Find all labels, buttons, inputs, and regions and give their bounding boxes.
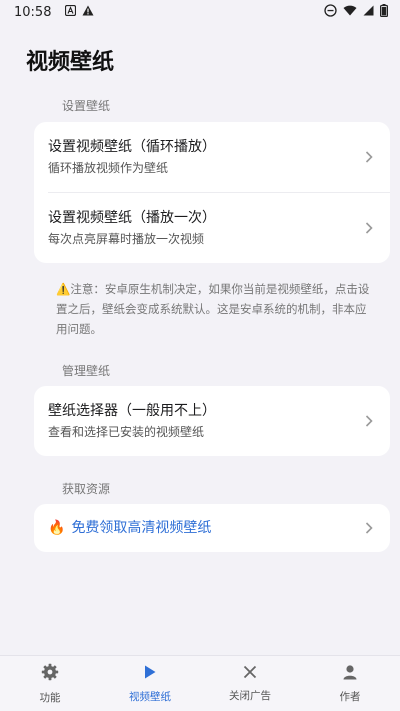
chevron-right-icon bbox=[362, 521, 376, 535]
wallpaper-picker-item[interactable]: 壁纸选择器（一般用不上） 查看和选择已安装的视频壁纸 bbox=[34, 386, 390, 456]
tab-close-ads[interactable]: 关闭广告 bbox=[200, 656, 300, 711]
bottom-tab-bar: 功能 视频壁纸 关闭广告 作者 bbox=[0, 655, 400, 711]
notice-body: 注意：安卓原生机制决定，如果你当前是视频壁纸，点击设置之后，壁纸会变成系统默认。… bbox=[56, 282, 370, 336]
wallpaper-picker-subtitle: 查看和选择已安装的视频壁纸 bbox=[48, 425, 205, 439]
tab-video-wallpaper[interactable]: 视频壁纸 bbox=[100, 656, 200, 711]
section-label-setup: 设置壁纸 bbox=[62, 99, 111, 113]
free-wallpapers-title: 免费领取高清视频壁纸 bbox=[71, 520, 212, 536]
fire-icon: 🔥 bbox=[48, 520, 66, 536]
free-wallpapers-texts: 🔥 免费领取高清视频壁纸 bbox=[48, 518, 362, 538]
play-icon bbox=[143, 664, 157, 683]
status-bar: 10:58 bbox=[0, 0, 400, 24]
tab-features[interactable]: 功能 bbox=[0, 656, 100, 711]
page-title: 视频壁纸 bbox=[26, 50, 115, 75]
set-loop-wallpaper-title: 设置视频壁纸（循环播放） bbox=[48, 139, 216, 155]
set-loop-wallpaper-item[interactable]: 设置视频壁纸（循环播放） 循环播放视频作为壁纸 bbox=[34, 122, 390, 192]
gear-icon bbox=[41, 663, 59, 684]
person-icon bbox=[342, 664, 358, 683]
wallpaper-picker-texts: 壁纸选择器（一般用不上） 查看和选择已安装的视频壁纸 bbox=[48, 401, 362, 441]
tab-close-ads-label: 关闭广告 bbox=[229, 689, 271, 702]
status-bar-left: 10:58 bbox=[14, 4, 94, 20]
resources-card: 🔥 免费领取高清视频壁纸 bbox=[34, 504, 390, 552]
notice-text: ⚠️注意：安卓原生机制决定，如果你当前是视频壁纸，点击设置之后，壁纸会变成系统默… bbox=[56, 279, 376, 339]
free-wallpapers-item[interactable]: 🔥 免费领取高清视频壁纸 bbox=[34, 504, 390, 552]
status-time: 10:58 bbox=[14, 4, 52, 20]
status-bar-right bbox=[324, 3, 389, 21]
close-icon bbox=[243, 665, 257, 682]
wallpaper-picker-title: 壁纸选择器（一般用不上） bbox=[48, 403, 216, 419]
tab-author[interactable]: 作者 bbox=[300, 656, 400, 711]
set-loop-wallpaper-texts: 设置视频壁纸（循环播放） 循环播放视频作为壁纸 bbox=[48, 137, 362, 177]
battery-icon bbox=[380, 3, 389, 21]
tab-features-label: 功能 bbox=[39, 691, 61, 704]
setup-card: 设置视频壁纸（循环播放） 循环播放视频作为壁纸 设置视频壁纸（播放一次） 每次点… bbox=[34, 122, 390, 263]
warning-emoji-icon: ⚠️ bbox=[56, 282, 71, 296]
tab-author-label: 作者 bbox=[339, 690, 361, 703]
set-once-wallpaper-item[interactable]: 设置视频壁纸（播放一次） 每次点亮屏幕时播放一次视频 bbox=[34, 193, 390, 263]
signal-icon bbox=[363, 5, 374, 20]
set-once-wallpaper-subtitle: 每次点亮屏幕时播放一次视频 bbox=[48, 232, 205, 246]
section-label-resources: 获取资源 bbox=[62, 482, 111, 496]
set-once-wallpaper-texts: 设置视频壁纸（播放一次） 每次点亮屏幕时播放一次视频 bbox=[48, 208, 362, 248]
manage-card: 壁纸选择器（一般用不上） 查看和选择已安装的视频壁纸 bbox=[34, 386, 390, 456]
warning-icon bbox=[82, 5, 94, 20]
tab-video-wallpaper-label: 视频壁纸 bbox=[129, 690, 171, 703]
chevron-right-icon bbox=[362, 414, 376, 428]
section-label-manage: 管理壁纸 bbox=[62, 364, 111, 378]
wifi-icon bbox=[343, 5, 357, 20]
set-once-wallpaper-title: 设置视频壁纸（播放一次） bbox=[48, 210, 216, 226]
do-not-disturb-icon bbox=[324, 3, 337, 21]
set-loop-wallpaper-subtitle: 循环播放视频作为壁纸 bbox=[48, 161, 169, 175]
chevron-right-icon bbox=[362, 150, 376, 164]
chevron-right-icon bbox=[362, 221, 376, 235]
notification-a-icon bbox=[65, 4, 77, 20]
